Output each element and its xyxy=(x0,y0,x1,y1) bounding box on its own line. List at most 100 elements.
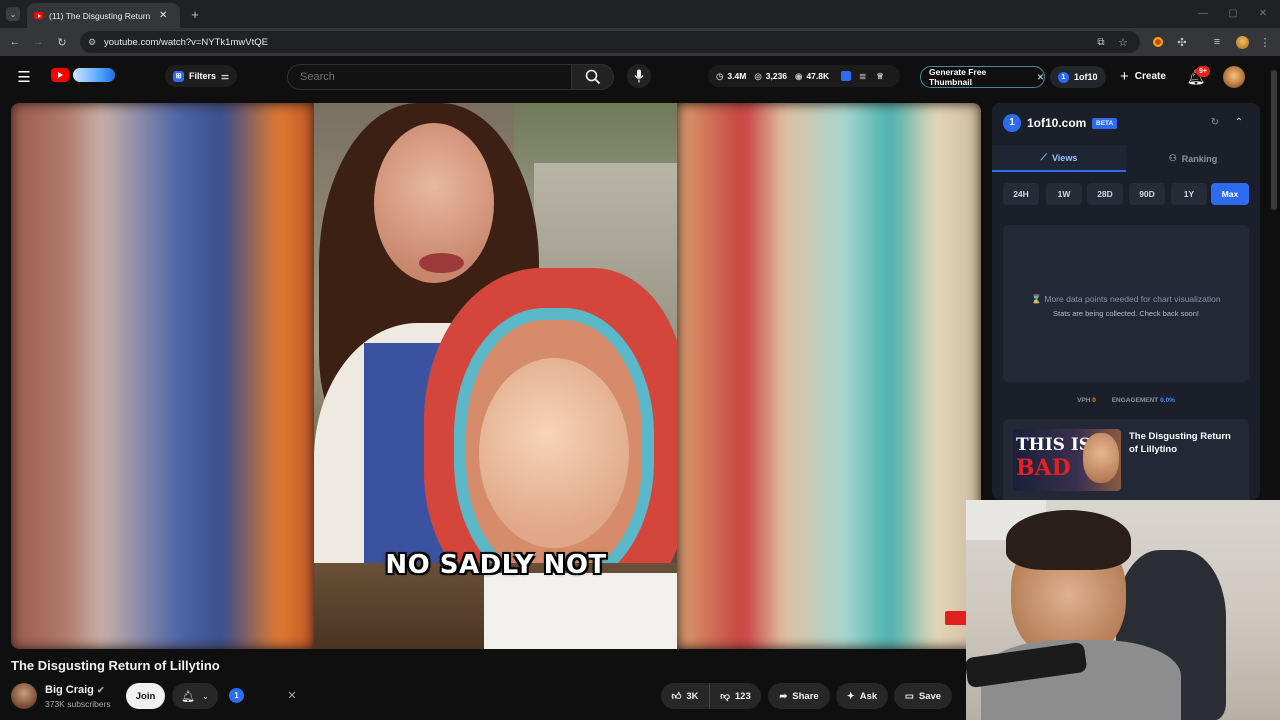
range-1w[interactable]: 1W xyxy=(1046,183,1082,205)
beta-badge: BETA xyxy=(1092,118,1118,129)
tab-search-icon[interactable]: ⌄ xyxy=(6,7,20,21)
dismiss-icon[interactable]: ✕ xyxy=(285,688,299,702)
eye-icon: ◉ xyxy=(795,70,803,81)
users-icon: ⚇ xyxy=(1168,153,1177,163)
channel-name-row[interactable]: Big Craig ✔ xyxy=(45,684,105,696)
tool-logo-icon[interactable] xyxy=(841,71,852,81)
share-arrow-icon: ➦ xyxy=(779,690,788,702)
share-label: Share xyxy=(792,690,819,702)
generate-thumbnail-label: Generate Free Thumbnail xyxy=(929,67,987,87)
create-button[interactable]: + Create xyxy=(1112,65,1176,87)
chevron-down-icon: ⌄ xyxy=(202,691,209,701)
thumb-text-2: BAD xyxy=(1016,455,1071,481)
video-player[interactable]: NO SADLY NOT xyxy=(11,103,981,649)
tab-ranking-label: Ranking xyxy=(1181,153,1218,164)
channel-doodle-logo[interactable] xyxy=(73,68,115,82)
filters-logo-icon: ⊞ xyxy=(173,70,184,82)
ask-button[interactable]: ✦ Ask xyxy=(836,683,888,709)
extensions-puzzle-icon[interactable]: ✣ xyxy=(1175,34,1189,50)
related-video-card[interactable]: THIS IS BAD The Disgusting Return of Lil… xyxy=(1003,419,1249,500)
reload-icon[interactable]: ↻ xyxy=(55,34,69,50)
notification-count-badge: 9+ xyxy=(1196,66,1210,77)
dismiss-thumbnail-icon[interactable]: ✕ xyxy=(1037,72,1044,83)
like-button[interactable]: 👍︎ 3K xyxy=(661,683,709,709)
address-toolbar: ← → ↻ ⚙ youtube.com/watch?v=NYTk1mwVtQE … xyxy=(0,28,1280,56)
tab-views-label: Views xyxy=(1051,152,1078,163)
range-90d[interactable]: 90D xyxy=(1129,183,1165,205)
back-icon[interactable]: ← xyxy=(8,34,22,50)
subscription-bell-button[interactable]: 🔔︎ ⌄ xyxy=(172,683,218,709)
minimize-icon[interactable]: — xyxy=(1196,5,1210,21)
range-max[interactable]: Max xyxy=(1211,183,1249,205)
youtube-logo-icon[interactable] xyxy=(51,68,69,82)
browser-tab[interactable]: (11) The Disgusting Return of Lil ✕ xyxy=(27,3,180,28)
trophy-icon[interactable]: ♕ xyxy=(876,71,884,82)
voice-search-button[interactable] xyxy=(627,64,651,88)
plus-icon: + xyxy=(1120,67,1129,85)
thumb-text-1: THIS IS xyxy=(1016,435,1092,455)
browser-menu-icon[interactable]: ⋮ xyxy=(1259,34,1271,50)
sliders-icon: ⚌ xyxy=(221,70,230,81)
browser-tab-strip: ⌄ (11) The Disgusting Return of Lil ✕ + … xyxy=(0,0,1280,28)
tab-views[interactable]: ⟋ Views xyxy=(992,145,1126,172)
vph-label: VPH xyxy=(1077,397,1091,404)
bookmark-star-icon[interactable]: ☆ xyxy=(1116,34,1130,50)
new-tab-button[interactable]: + xyxy=(188,5,202,23)
collapse-chevron-icon[interactable]: ⌃ xyxy=(1232,115,1246,129)
page-scrollbar[interactable] xyxy=(1271,70,1277,210)
close-tab-icon[interactable]: ✕ xyxy=(159,10,167,21)
forward-icon[interactable]: → xyxy=(31,34,45,50)
channel-avatar[interactable] xyxy=(11,683,37,709)
account-avatar[interactable] xyxy=(1223,66,1245,88)
sparkle-icon: ✦ xyxy=(846,690,855,702)
views-clock-icon: ◷ xyxy=(716,70,724,81)
trend-icon: ⟋ xyxy=(1040,152,1047,162)
engagement-label: ENGAGEMENT xyxy=(1111,397,1159,404)
stat-views: 3.4M xyxy=(727,71,747,81)
search-button[interactable] xyxy=(572,64,614,90)
search-icon xyxy=(585,69,600,85)
engagement-value: 0.0% xyxy=(1160,397,1175,404)
like-count: 3K xyxy=(686,690,699,702)
list-icon[interactable]: ≣ xyxy=(859,71,866,82)
share-button[interactable]: ➦ Share xyxy=(768,683,830,709)
media-controls-icon[interactable]: ≡ xyxy=(1210,34,1224,50)
maximize-icon[interactable]: ▢ xyxy=(1226,5,1240,21)
vph-value: 0 xyxy=(1092,397,1096,404)
search-input[interactable] xyxy=(287,64,572,90)
range-28d[interactable]: 28D xyxy=(1087,183,1123,205)
generate-thumbnail-button[interactable]: Generate Free Thumbnail ✕ xyxy=(920,66,1045,88)
notifications-button[interactable]: 🔔︎ 9+ xyxy=(1186,66,1210,86)
install-app-icon[interactable]: ⧉ xyxy=(1094,34,1108,50)
join-button[interactable]: Join xyxy=(126,683,165,709)
address-field[interactable]: ⚙ youtube.com/watch?v=NYTk1mwVtQE ⧉ ☆ xyxy=(80,31,1140,53)
bell-outline-icon: 🔔︎ xyxy=(181,690,196,703)
chart-message-row: ⌛ More data points needed for chart visu… xyxy=(1003,294,1249,305)
dislike-button[interactable]: 👎︎ 123 xyxy=(709,683,761,709)
url-text: youtube.com/watch?v=NYTk1mwVtQE xyxy=(104,36,268,48)
filters-button[interactable]: ⊞ Filters ⚌ xyxy=(165,65,237,87)
extension-icon[interactable] xyxy=(1151,35,1165,49)
youtube-favicon-icon xyxy=(34,12,43,19)
microphone-icon xyxy=(634,69,644,83)
oneof10-panel-logo-icon: 1 xyxy=(1003,114,1021,132)
save-button[interactable]: ▭ Save xyxy=(894,683,952,709)
verified-icon: ✔ xyxy=(96,685,105,695)
tab-ranking[interactable]: ⚇ Ranking xyxy=(1126,145,1260,172)
stat-comments: 3,236 xyxy=(765,71,788,81)
related-thumbnail[interactable]: THIS IS BAD xyxy=(1013,429,1121,491)
related-title[interactable]: The Disgusting Return of Lillytino xyxy=(1129,430,1241,456)
profile-avatar-icon[interactable] xyxy=(1234,34,1250,50)
site-info-icon[interactable]: ⚙ xyxy=(86,35,98,49)
range-1y[interactable]: 1Y xyxy=(1171,183,1207,205)
chart-placeholder: ⌛ More data points needed for chart visu… xyxy=(1003,225,1249,382)
oneof10-channel-badge[interactable]: 1 xyxy=(229,688,244,703)
refresh-icon[interactable]: ↻ xyxy=(1208,115,1222,129)
hamburger-menu-icon[interactable]: ☰ xyxy=(16,69,32,86)
oneof10-button[interactable]: 1 1of10 xyxy=(1050,66,1106,88)
close-window-icon[interactable]: ✕ xyxy=(1256,5,1270,21)
range-24h[interactable]: 24H xyxy=(1003,183,1039,205)
stat-watching: 47.8K xyxy=(806,71,830,81)
video-caption: NO SADLY NOT xyxy=(385,550,607,580)
channel-name[interactable]: Big Craig xyxy=(45,684,94,696)
